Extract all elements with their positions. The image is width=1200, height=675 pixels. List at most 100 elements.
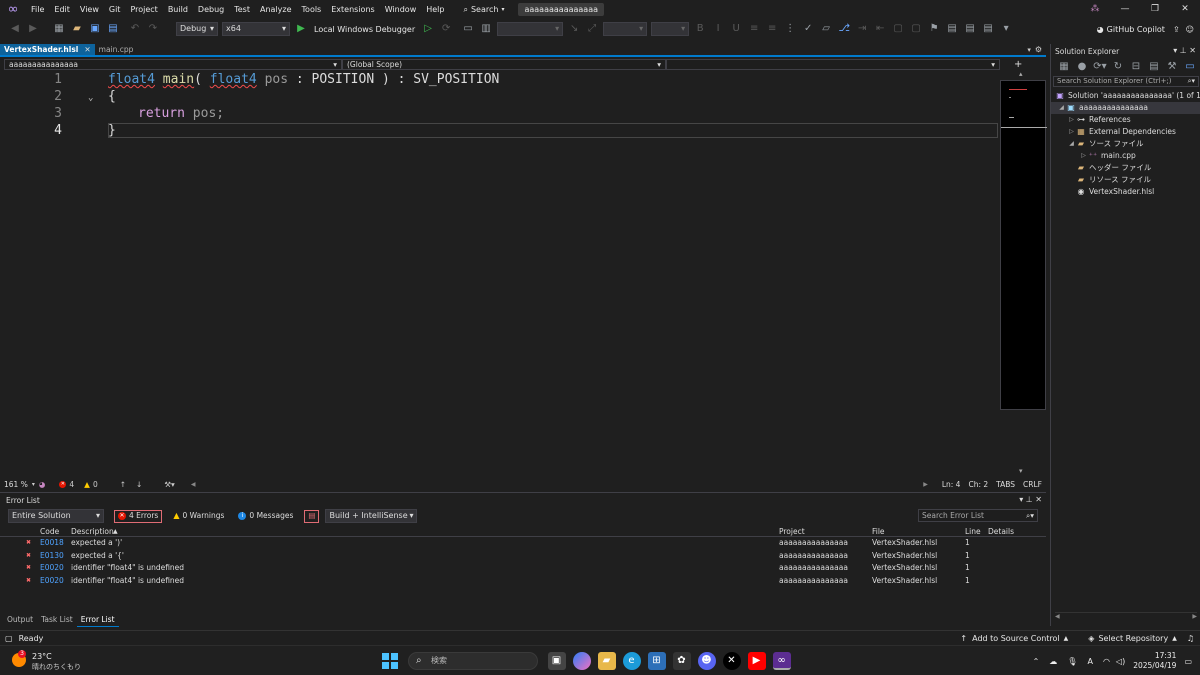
bookmark-prev-icon[interactable]: ▤ <box>945 22 959 36</box>
settings-icon[interactable]: ⚙ <box>1035 45 1042 54</box>
save-icon[interactable]: ▣ <box>88 22 102 36</box>
tab-main-cpp[interactable]: main.cpp <box>95 44 138 55</box>
forward-icon[interactable]: ▶ <box>26 22 40 36</box>
cursor-line[interactable]: Ln: 4 <box>938 480 965 489</box>
error-code-link[interactable]: E0020 <box>40 575 64 586</box>
code-cleanup-icon[interactable]: ⚒▾ <box>164 480 175 489</box>
pin-icon[interactable]: ⊥ <box>1180 46 1187 55</box>
collapse-chevron-icon[interactable]: ⌄ <box>88 93 93 103</box>
x-icon[interactable]: ✕ <box>722 652 741 670</box>
chevron-down-icon[interactable]: ▾ <box>1019 495 1023 504</box>
undo-icon[interactable]: ↶ <box>128 22 142 36</box>
project-dropdown[interactable]: aaaaaaaaaaaaaaa ▾ <box>4 59 342 70</box>
tab-output[interactable]: Output <box>3 614 37 626</box>
scroll-left-icon[interactable]: ◀ <box>191 481 196 488</box>
menu-build[interactable]: Build <box>163 0 193 19</box>
expanded-chevron-icon[interactable]: ◢ <box>1067 138 1076 150</box>
close-icon[interactable]: ✕ <box>1189 46 1196 55</box>
minimize-icon[interactable]: — <box>1110 0 1140 19</box>
ime-indicator[interactable]: A <box>1087 657 1092 666</box>
window-icon[interactable]: ▢ <box>891 22 905 36</box>
editor-overview-map[interactable]: ▴ ▾ <box>1000 70 1047 477</box>
restore-icon[interactable]: ❐ <box>1140 0 1170 19</box>
horizontal-scrollbar[interactable]: ◀ ▶ <box>1055 612 1197 620</box>
start-debugger-button[interactable]: Local Windows Debugger <box>310 25 419 34</box>
notifications-icon[interactable]: ▭ <box>1184 657 1192 666</box>
wifi-icon[interactable]: ◠ <box>1103 657 1110 666</box>
indent-icon[interactable]: ⇥ <box>855 22 869 36</box>
tree-item-external-dependencies[interactable]: ▷ ▦ External Dependencies <box>1067 126 1176 138</box>
filter-toggle-icon[interactable]: ▤ <box>304 509 320 523</box>
tab-vertexshader[interactable]: VertexShader.hlsl ✕ <box>0 44 95 55</box>
error-code-link[interactable]: E0020 <box>40 562 64 573</box>
table-row[interactable]: ✖ E0018 expected a ')' aaaaaaaaaaaaaaa V… <box>0 537 1046 550</box>
tab-task-list[interactable]: Task List <box>37 614 77 626</box>
close-icon[interactable]: ✕ <box>1170 0 1200 19</box>
window2-icon[interactable]: ▢ <box>909 22 923 36</box>
menu-edit[interactable]: Edit <box>49 0 75 19</box>
onedrive-icon[interactable]: ☁ <box>1049 657 1057 666</box>
bookmark-icon[interactable]: ⚑ <box>927 22 941 36</box>
windows-start-icon[interactable] <box>382 653 398 669</box>
preview-icon[interactable]: ▭ <box>1183 60 1197 74</box>
chevron-up-icon[interactable]: ⌃ <box>1033 657 1040 666</box>
redo-icon[interactable]: ↷ <box>146 22 160 36</box>
menu-extensions[interactable]: Extensions <box>326 0 379 19</box>
scroll-up-icon[interactable]: ▴ <box>1019 70 1023 78</box>
microphone-icon[interactable]: 🎙 <box>1067 657 1077 666</box>
github-copilot-button[interactable]: ◕ GitHub Copilot ⇪ ☺ <box>1097 19 1194 39</box>
home-icon[interactable]: ● <box>1075 60 1089 74</box>
layout-icon[interactable]: ▥ <box>479 22 493 36</box>
copilot-status-icon[interactable]: ◕ <box>39 480 46 489</box>
align-left-icon[interactable]: ≡ <box>747 22 761 36</box>
indent-mode[interactable]: TABS <box>992 480 1019 489</box>
back-icon[interactable]: ◀ <box>8 22 22 36</box>
tree-item-header-files[interactable]: ▰ ヘッダー ファイル <box>1076 162 1151 174</box>
edge-icon[interactable]: e <box>622 652 641 670</box>
cursor-column[interactable]: Ch: 2 <box>964 480 992 489</box>
warning-count[interactable]: ▲ 0 <box>84 480 98 489</box>
collapsed-chevron-icon[interactable]: ▷ <box>1067 126 1076 138</box>
tree-item-vertexshader[interactable]: ◉ VertexShader.hlsl <box>1076 186 1155 198</box>
uncomment-icon[interactable]: ⎇ <box>837 22 851 36</box>
visual-studio-app-icon[interactable]: ∞ <box>772 652 791 670</box>
platform-select[interactable]: x64 ▾ <box>222 22 290 36</box>
tree-item-references[interactable]: ▷ ⊶ References <box>1067 114 1131 126</box>
column-header-code[interactable]: Code <box>40 526 59 537</box>
store-icon[interactable]: ⊞ <box>647 652 666 670</box>
solution-search-input[interactable]: Search Solution Explorer (Ctrl+;) ⌕▾ <box>1053 76 1199 87</box>
configuration-select[interactable]: Debug ▾ <box>176 22 218 36</box>
error-code-link[interactable]: E0018 <box>40 537 64 548</box>
chevron-up-icon[interactable]: ▲ <box>1172 635 1177 642</box>
menu-help[interactable]: Help <box>421 0 449 19</box>
scope-select[interactable]: Entire Solution ▾ <box>8 509 104 523</box>
up-arrow-icon[interactable]: ↑ <box>120 480 126 489</box>
search-button[interactable]: ⌕ Search ▾ <box>457 5 510 15</box>
task-view-icon[interactable]: ▣ <box>547 652 566 670</box>
column-header-details[interactable]: Details <box>988 526 1014 537</box>
step-icon[interactable]: ↘ <box>567 22 581 36</box>
tree-item-project[interactable]: ◢ ▣ aaaaaaaaaaaaaaa <box>1051 102 1200 114</box>
font-select[interactable]: ▾ <box>603 22 648 36</box>
chevron-down-icon[interactable]: ▾ <box>1173 46 1177 55</box>
warnings-filter-button[interactable]: ▲ 0 Warnings <box>170 510 227 523</box>
new-project-icon[interactable]: ▦ <box>52 22 66 36</box>
solution-name-badge[interactable]: aaaaaaaaaaaaaaa <box>518 3 605 16</box>
error-search-input[interactable]: Search Error List ⌕▾ <box>918 509 1038 522</box>
copilot-app-icon[interactable] <box>572 652 591 670</box>
zoom-level[interactable]: 161 % <box>0 480 32 489</box>
select-repository-button[interactable]: Select Repository <box>1098 634 1168 643</box>
play-icon[interactable]: ▶ <box>294 22 308 36</box>
show-all-files-icon[interactable]: ▤ <box>1147 60 1161 74</box>
youtube-icon[interactable]: ▶ <box>747 652 766 670</box>
bookmark-next-icon[interactable]: ▤ <box>963 22 977 36</box>
feedback-icon[interactable]: ☺ <box>1186 25 1194 34</box>
bookmark-clear-icon[interactable]: ▤ <box>981 22 995 36</box>
messages-filter-button[interactable]: i0 Messages <box>235 510 296 523</box>
menu-test[interactable]: Test <box>229 0 255 19</box>
zoom-chevron-icon[interactable]: ▾ <box>32 481 35 488</box>
table-row[interactable]: ✖ E0130 expected a '{' aaaaaaaaaaaaaaa V… <box>0 550 1046 563</box>
size-select[interactable]: ▾ <box>651 22 690 36</box>
menu-analyze[interactable]: Analyze <box>255 0 297 19</box>
build-filter-select[interactable]: Build + IntelliSense ▾ <box>325 509 418 523</box>
